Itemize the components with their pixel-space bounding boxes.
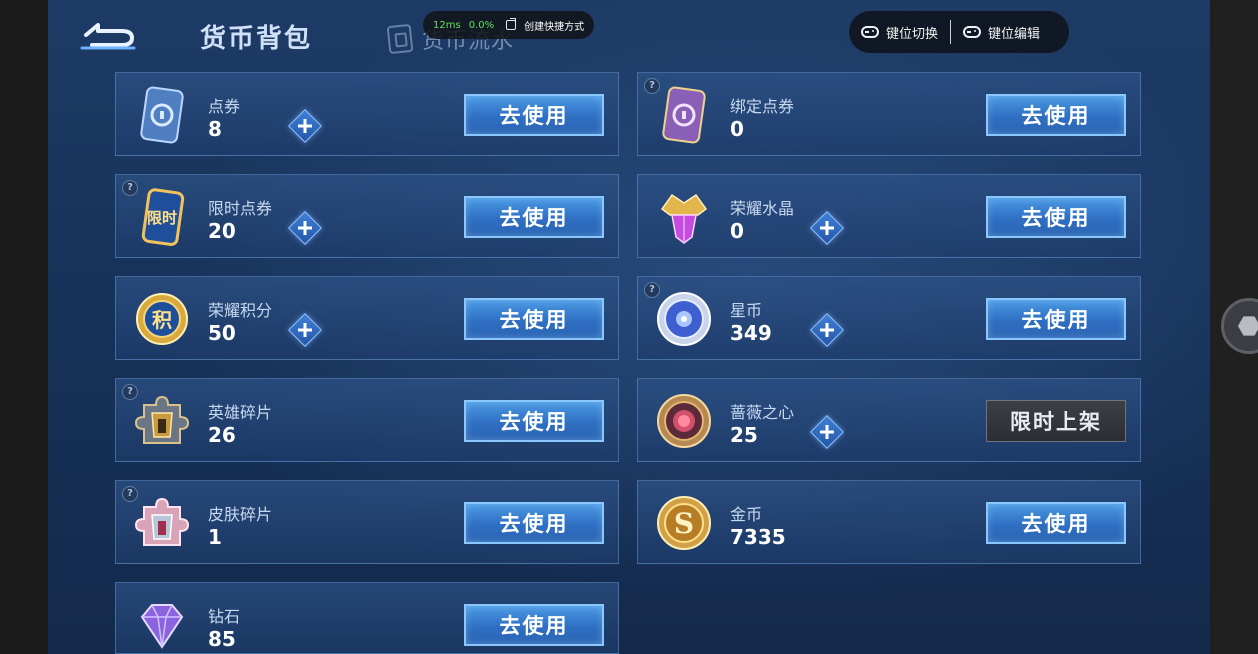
limited-voucher-icon: 限时 <box>141 188 185 246</box>
keymap-toolbar: 键位切换 键位编辑 <box>849 11 1069 53</box>
add-limited-voucher-button[interactable] <box>288 211 322 245</box>
key-switch-button[interactable]: 键位切换 <box>849 23 950 42</box>
currency-name: 荣耀积分 <box>208 301 273 320</box>
currency-name: 点券 <box>208 97 241 116</box>
currency-name: 皮肤碎片 <box>208 505 273 524</box>
key-edit-label: 键位编辑 <box>988 26 1041 42</box>
create-shortcut-button[interactable]: 创建快捷方式 <box>524 18 584 33</box>
back-arrow-icon[interactable] <box>78 18 138 52</box>
currency-value: 50 <box>208 321 236 345</box>
svg-text:积: 积 <box>152 308 172 332</box>
shortcut-icon <box>506 18 517 30</box>
currency-value: 25 <box>730 423 758 447</box>
use-glory-points-button[interactable]: 去使用 <box>464 298 604 340</box>
gamepad-icon <box>861 26 879 38</box>
hexagon-icon <box>1238 316 1258 336</box>
performance-overlay: 12ms 0.0% 创建快捷方式 <box>423 11 595 39</box>
use-voucher-button[interactable]: 去使用 <box>464 94 604 136</box>
currency-value: 1 <box>208 525 222 549</box>
rose-heart-icon <box>657 394 711 448</box>
currency-value: 20 <box>208 219 236 243</box>
add-rose-heart-button[interactable] <box>810 415 844 449</box>
currency-card-diamond: 钻石 85 去使用 <box>115 582 619 654</box>
star-coin-icon <box>657 292 711 346</box>
limited-availability-button[interactable]: 限时上架 <box>986 400 1126 442</box>
currency-name: 蔷薇之心 <box>730 403 795 422</box>
currency-value: 26 <box>208 423 236 447</box>
currency-name: 荣耀水晶 <box>730 199 795 218</box>
add-star-coin-button[interactable] <box>810 313 844 347</box>
currency-value: 349 <box>730 321 772 345</box>
currency-card-glory-points: 积 荣耀积分 50 去使用 <box>115 276 619 360</box>
add-voucher-button[interactable] <box>288 109 322 143</box>
page-title: 货币背包 <box>200 24 313 54</box>
currency-name: 金币 <box>730 505 763 524</box>
add-glory-points-button[interactable] <box>288 313 322 347</box>
use-skin-fragment-button[interactable]: 去使用 <box>464 502 604 544</box>
hero-fragment-icon <box>134 395 190 444</box>
currency-name: 限时点券 <box>208 199 273 218</box>
key-switch-label: 键位切换 <box>886 26 939 42</box>
currency-card-limited-voucher: ? 限时 限时点券 20 去使用 <box>115 174 619 258</box>
use-star-coin-button[interactable]: 去使用 <box>986 298 1126 340</box>
bound-voucher-card-icon <box>662 86 706 144</box>
currency-card-gold-coin: S 金币 7335 去使用 <box>637 480 1141 564</box>
skin-fragment-icon <box>134 497 190 546</box>
currency-card-rose-heart: 蔷薇之心 25 限时上架 <box>637 378 1141 462</box>
gamepad-icon <box>963 26 982 38</box>
use-diamond-button[interactable]: 去使用 <box>464 604 604 646</box>
currency-card-hero-fragment: ? 英雄碎片 26 去使用 <box>115 378 619 462</box>
use-bound-voucher-button[interactable]: 去使用 <box>986 94 1126 136</box>
diamond-icon <box>140 604 184 649</box>
use-limited-voucher-button[interactable]: 去使用 <box>464 196 604 238</box>
currency-value: 8 <box>208 117 222 141</box>
svg-text:S: S <box>674 507 694 540</box>
currency-value: 0 <box>730 219 744 243</box>
currency-name: 英雄碎片 <box>208 403 273 422</box>
glory-points-icon: 积 <box>136 293 188 345</box>
currency-value: 7335 <box>730 525 786 549</box>
currency-value: 85 <box>208 627 236 651</box>
currency-card-bound-voucher: ? 绑定点券 0 去使用 <box>637 72 1141 156</box>
use-hero-fragment-button[interactable]: 去使用 <box>464 400 604 442</box>
currency-value: 0 <box>730 117 744 141</box>
currency-card-skin-fragment: ? 皮肤碎片 1 去使用 <box>115 480 619 564</box>
currency-name: 绑定点券 <box>730 97 795 116</box>
currency-name: 星币 <box>730 301 763 320</box>
glory-crystal-icon <box>660 193 708 244</box>
currency-name: 钻石 <box>208 607 241 626</box>
currency-card-star-coin: ? 星币 349 去使用 <box>637 276 1141 360</box>
voucher-card-icon <box>140 86 184 144</box>
currency-flow-icon <box>386 23 414 55</box>
add-glory-crystal-button[interactable] <box>810 211 844 245</box>
game-screen: 货币背包 货币流水 12ms 0.0% 创建快捷方式 键位切换 键位编辑 点券 … <box>48 0 1210 654</box>
currency-card-voucher: 点券 8 去使用 <box>115 72 619 156</box>
use-glory-crystal-button[interactable]: 去使用 <box>986 196 1126 238</box>
gold-coin-icon: S <box>657 496 711 550</box>
packet-loss-readout: 0.0% <box>468 19 495 31</box>
currency-card-glory-crystal: 荣耀水晶 0 去使用 <box>637 174 1141 258</box>
latency-readout: 12ms <box>433 19 461 31</box>
svg-text:限时: 限时 <box>147 209 177 227</box>
key-edit-button[interactable]: 键位编辑 <box>951 23 1052 42</box>
use-gold-coin-button[interactable]: 去使用 <box>986 502 1126 544</box>
